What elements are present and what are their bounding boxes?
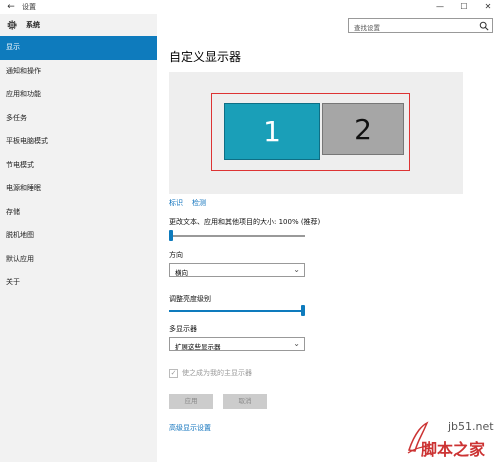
brightness-slider-thumb[interactable] (301, 305, 305, 316)
sidebar-item-notifications[interactable]: 通知和操作 (0, 60, 157, 84)
sidebar-item-display[interactable]: 显示 (0, 36, 157, 60)
display-arrangement-area[interactable]: 1 2 (169, 72, 463, 194)
advanced-display-settings-link[interactable]: 高级显示设置 (169, 423, 211, 433)
maximize-button[interactable]: ☐ (452, 0, 476, 14)
main-display-checkbox[interactable]: ✓ 使之成为我的主显示器 (169, 368, 252, 378)
apply-button[interactable]: 应用 (169, 394, 213, 409)
brightness-slider[interactable] (169, 304, 305, 318)
window-title: 设置 (22, 3, 36, 11)
detect-link[interactable]: 检测 (192, 199, 206, 207)
monitor-1[interactable]: 1 (224, 103, 320, 160)
multi-display-label: 多显示器 (169, 325, 197, 333)
gear-icon (7, 20, 17, 30)
multi-display-value: 扩展这些显示器 (175, 342, 221, 351)
sidebar-section-title: 系统 (26, 21, 40, 29)
sidebar-item-storage[interactable]: 存储 (0, 201, 157, 225)
sidebar-header: 系统 (0, 14, 157, 36)
brightness-label: 调整亮度级别 (169, 295, 211, 303)
watermark-domain: jb51.net (448, 420, 494, 433)
monitor-2[interactable]: 2 (322, 103, 404, 155)
minimize-button[interactable]: — (428, 0, 452, 14)
sidebar-item-apps[interactable]: 应用和功能 (0, 83, 157, 107)
chevron-down-icon: ⌄ (293, 339, 300, 348)
orientation-label: 方向 (169, 251, 183, 259)
brightness-slider-fill (169, 310, 303, 312)
title-bar: ← 设置 — ☐ ✕ (0, 0, 500, 14)
scale-slider[interactable] (169, 229, 305, 243)
window-controls: — ☐ ✕ (428, 0, 500, 14)
sidebar: 系统 显示 通知和操作 应用和功能 多任务 平板电脑模式 节电模式 电源和睡眠 … (0, 14, 157, 462)
main-display-checkbox-label: 使之成为我的主显示器 (182, 369, 252, 377)
watermark-text: 脚本之家 (421, 440, 486, 459)
sidebar-item-battery-saver[interactable]: 节电模式 (0, 154, 157, 178)
back-arrow-icon[interactable]: ← (0, 2, 22, 12)
display-links: 标识 检测 (169, 198, 215, 208)
orientation-value: 横向 (175, 268, 188, 277)
sidebar-item-power-sleep[interactable]: 电源和睡眠 (0, 177, 157, 201)
sidebar-item-tablet-mode[interactable]: 平板电脑模式 (0, 130, 157, 154)
close-button[interactable]: ✕ (476, 0, 500, 14)
scale-label: 更改文本、应用和其他项目的大小: 100% (推荐) (169, 218, 321, 226)
sidebar-item-about[interactable]: 关于 (0, 271, 157, 295)
sidebar-item-offline-maps[interactable]: 脱机地图 (0, 224, 157, 248)
scale-slider-track (169, 235, 305, 237)
scale-slider-thumb[interactable] (169, 230, 173, 241)
identify-link[interactable]: 标识 (169, 199, 183, 207)
main-content: 自定义显示器 1 2 标识 检测 更改文本、应用和其他项目的大小: 100% (推… (157, 14, 500, 462)
cancel-button[interactable]: 取消 (223, 394, 267, 409)
checkbox-check-icon[interactable]: ✓ (169, 368, 178, 378)
sidebar-item-default-apps[interactable]: 默认应用 (0, 248, 157, 272)
chevron-down-icon: ⌄ (293, 265, 300, 274)
orientation-select[interactable]: 横向 ⌄ (169, 263, 305, 277)
sidebar-item-multitasking[interactable]: 多任务 (0, 107, 157, 131)
page-title: 自定义显示器 (169, 50, 242, 64)
multi-display-select[interactable]: 扩展这些显示器 ⌄ (169, 337, 305, 351)
